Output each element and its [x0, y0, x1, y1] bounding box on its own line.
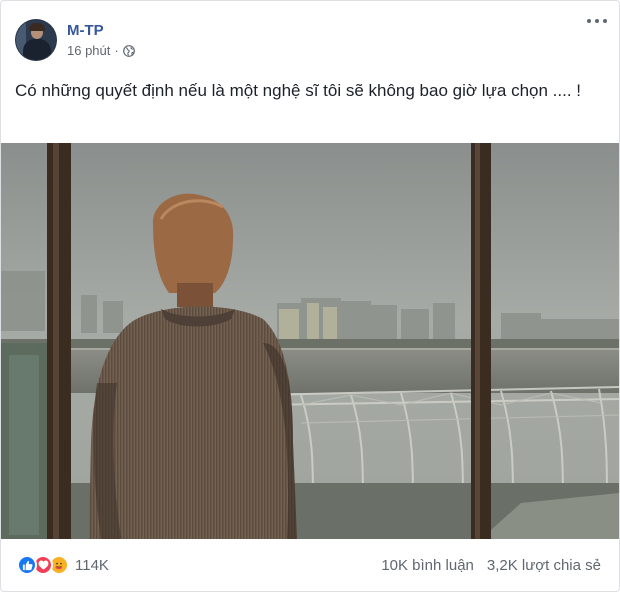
post-meta: M-TP 16 phút · — [67, 21, 135, 60]
globe-icon[interactable] — [122, 44, 135, 57]
post-footer: 114K 10K bình luận 3,2K lượt chia sẻ — [1, 539, 619, 591]
post-header: M-TP 16 phút · — [15, 15, 135, 65]
reaction-count[interactable]: 114K — [75, 557, 109, 574]
avatar-shoulders — [23, 39, 51, 60]
reactions-summary[interactable]: 114K — [17, 555, 109, 575]
avatar[interactable] — [15, 19, 57, 61]
stats-gap — [474, 557, 487, 574]
post-text: Có những quyết định nếu là một nghệ sĩ t… — [15, 81, 581, 100]
more-dot — [595, 19, 599, 23]
avatar-hair — [29, 23, 45, 31]
more-options-icon[interactable] — [587, 15, 607, 27]
more-dot — [603, 19, 607, 23]
comments-count[interactable]: 10K bình luận — [381, 557, 474, 574]
more-dot — [587, 19, 591, 23]
author-name[interactable]: M-TP — [67, 21, 135, 40]
like-icon — [17, 555, 37, 575]
reaction-icons — [17, 555, 69, 575]
separator: · — [114, 42, 119, 58]
shares-count[interactable]: 3,2K lượt chia sẻ — [487, 557, 601, 574]
post-card: M-TP 16 phút · Có những quyết định nếu l… — [0, 0, 620, 592]
post-stats: 10K bình luận 3,2K lượt chia sẻ — [381, 557, 601, 574]
post-photo[interactable] — [1, 143, 619, 539]
post-timestamp[interactable]: 16 phút — [67, 42, 110, 60]
post-subline: 16 phút · — [67, 42, 135, 60]
